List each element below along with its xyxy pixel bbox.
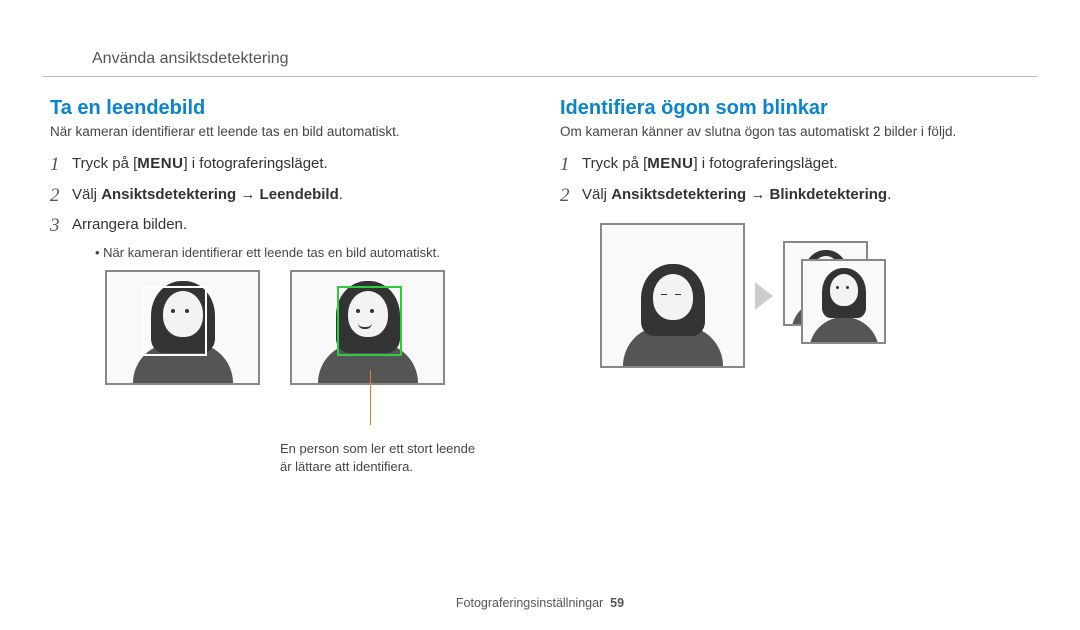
menu-icon: MENU [137,155,183,172]
text: ] i fotograferingsläget. [693,155,837,172]
text: ] i fotograferingsläget. [183,155,327,172]
left-desc: När kameran identifierar ett leende tas … [50,124,520,139]
result-stack [783,241,893,351]
smile-images [105,270,520,385]
blink-images [600,223,1030,368]
face-frame-smile [290,270,445,385]
face-frame-normal [105,270,260,385]
right-title: Identifiera ögon som blinkar [560,97,1030,120]
left-steps: 1 Tryck på [MENU] i fotograferingsläget.… [50,153,520,239]
right-desc: Om kameran känner av slutna ögon tas aut… [560,124,1030,139]
text: . [339,186,343,203]
left-step-2: 2 Välj Ansiktsdetektering → Leendebild. [50,184,520,209]
callout-line2: är lättare att identifiera. [280,459,413,474]
right-step-2: 2 Välj Ansiktsdetektering → Blinkdetekte… [560,184,1030,209]
step-number: 2 [50,184,72,209]
text: Tryck på [ [72,155,137,172]
text-bold: Ansiktsdetektering → Leendebild [101,186,339,203]
left-step-3: 3 Arrangera bilden. [50,214,520,239]
text: Tryck på [ [582,155,647,172]
callout-line-icon [370,370,371,425]
main-content: Ta en leendebild När kameran identifiera… [0,77,1080,476]
text: Välj [582,186,611,203]
page-header: Använda ansiktsdetektering [42,0,1038,77]
text-bold: Ansiktsdetektering → Blinkdetektering [611,186,887,203]
right-steps: 1 Tryck på [MENU] i fotograferingsläget.… [560,153,1030,208]
step-number: 3 [50,214,72,239]
blink-frame-closed [600,223,745,368]
left-column: Ta en leendebild När kameran identifiera… [50,97,540,476]
menu-icon: MENU [647,155,693,172]
bullet-text: När kameran identifierar ett leende tas … [103,245,440,260]
right-column: Identifiera ögon som blinkar Om kameran … [540,97,1030,476]
right-step-1: 1 Tryck på [MENU] i fotograferingsläget. [560,153,1030,178]
step-body: Välj Ansiktsdetektering → Leendebild. [72,184,520,203]
left-bullet: • När kameran identifierar ett leende ta… [95,245,520,260]
footer-label: Fotograferingsinställningar [456,596,603,610]
step-number: 1 [50,153,72,178]
page-footer: Fotograferingsinställningar 59 [0,596,1080,610]
result-frame [801,259,886,344]
step-body: Arrangera bilden. [72,214,520,233]
page-number: 59 [610,596,624,610]
person-illustration [613,256,733,366]
left-step-1: 1 Tryck på [MENU] i fotograferingsläget. [50,153,520,178]
step-number: 2 [560,184,582,209]
callout-line1: En person som ler ett stort leende [280,441,475,456]
face-detect-box-icon [142,286,207,356]
step-body: Tryck på [MENU] i fotograferingsläget. [582,153,1030,172]
person-illustration [804,262,884,342]
step-number: 1 [560,153,582,178]
step-body: Tryck på [MENU] i fotograferingsläget. [72,153,520,172]
callout-text: En person som ler ett stort leende är lä… [280,440,520,476]
left-title: Ta en leendebild [50,97,520,120]
step-body: Välj Ansiktsdetektering → Blinkdetekteri… [582,184,1030,203]
text: Välj [72,186,101,203]
smile-detect-box-icon [337,286,402,356]
text: . [887,186,891,203]
arrow-right-icon [755,282,773,310]
